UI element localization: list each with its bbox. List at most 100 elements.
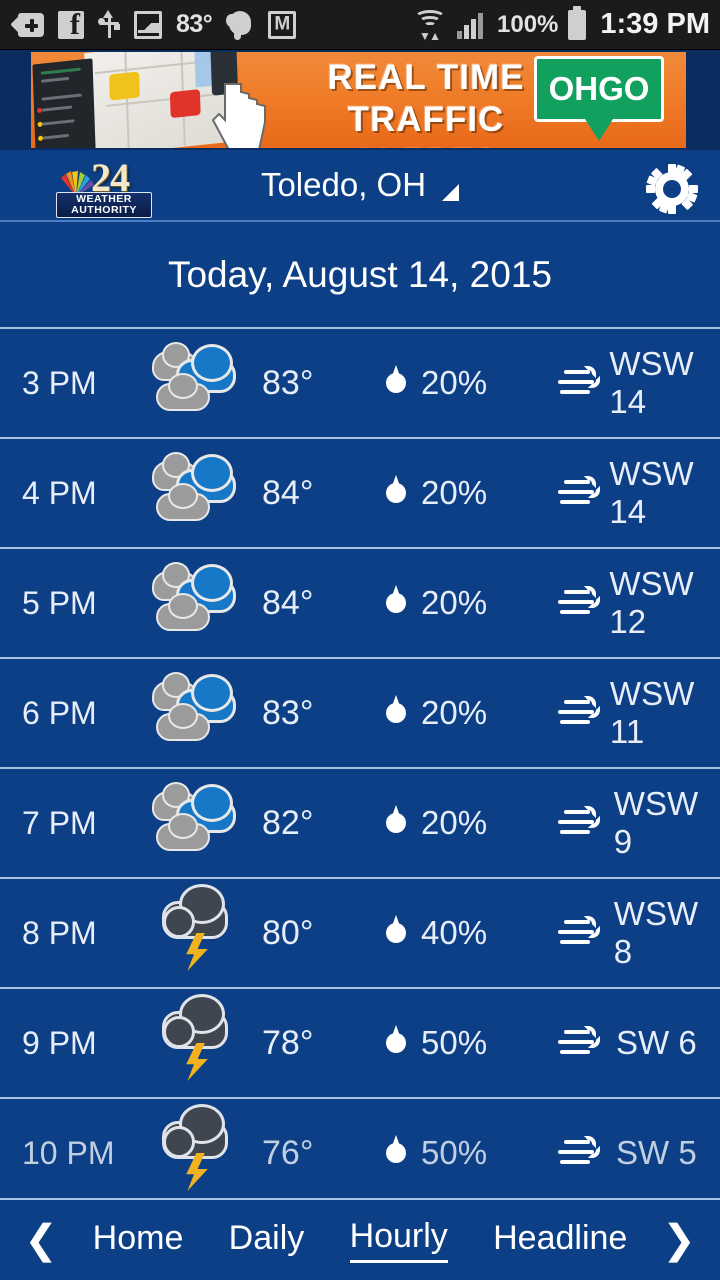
date-header-text: Today, August 14, 2015 <box>167 253 552 295</box>
thunderstorm-icon <box>150 1104 246 1191</box>
ad-headline-line1: REAL TIME <box>327 58 525 97</box>
water-drop-icon <box>383 1025 409 1061</box>
water-drop-icon <box>383 475 409 511</box>
hourly-row[interactable]: 4 PM 84° 20% WSW 14 <box>0 439 720 549</box>
wind-cell: SW 5 <box>558 1134 720 1172</box>
photo-icon <box>134 10 162 39</box>
water-drop-icon <box>383 365 409 401</box>
wind-icon <box>558 1026 602 1060</box>
android-status-bar: 83° ▼▲ 100% 1:39 PM <box>0 0 720 50</box>
wind-icon <box>558 476 600 510</box>
precipitation-value: 50% <box>421 1134 488 1171</box>
chevron-left-icon[interactable]: ❮ <box>20 1220 62 1260</box>
precipitation-value: 20% <box>421 804 488 841</box>
precipitation-value: 20% <box>421 584 488 621</box>
temperature-value: 80° <box>262 913 314 952</box>
chevron-right-icon[interactable]: ❯ <box>658 1220 700 1260</box>
wind-icon <box>558 696 600 730</box>
precipitation-value: 20% <box>421 474 488 511</box>
wind-value: WSW 9 <box>613 785 699 860</box>
hand-cursor-icon <box>211 83 266 148</box>
facebook-icon <box>58 8 84 42</box>
evernote-icon <box>226 10 254 40</box>
wind-cell: WSW 8 <box>558 895 720 971</box>
cellular-signal-icon <box>457 11 487 39</box>
wind-icon <box>558 806 600 840</box>
wind-value: SW 5 <box>616 1134 697 1171</box>
temperature-value: 76° <box>262 1133 314 1172</box>
condition-icon-cell <box>138 994 258 1081</box>
hour-label: 3 PM <box>22 364 97 401</box>
partly-cloudy-icon <box>150 562 246 639</box>
hourly-row[interactable]: 8 PM 80° 40% WSW 8 <box>0 879 720 989</box>
partly-cloudy-icon <box>150 782 246 859</box>
hour-label: 8 PM <box>22 914 97 951</box>
nav-tab-daily[interactable]: Daily <box>229 1219 305 1262</box>
ohgo-logo: OHGO <box>534 56 664 141</box>
status-clock: 1:39 PM <box>600 8 710 40</box>
precipitation-cell: 20% <box>383 584 558 622</box>
condition-icon-cell <box>138 672 258 749</box>
wind-icon <box>558 1136 602 1170</box>
condition-icon-cell <box>138 884 258 971</box>
condition-icon-cell <box>138 452 258 529</box>
hourly-row[interactable]: 10 PM 76° 50% SW 5 <box>0 1099 720 1209</box>
hourly-forecast-list[interactable]: 3 PM 83° 20% WSW 14 4 PM 84° 20% WSW 14 5 PM 84° 2… <box>0 329 720 1213</box>
wind-value: WSW 11 <box>609 675 695 750</box>
wind-value: WSW 12 <box>609 565 694 640</box>
temperature-value: 84° <box>262 583 314 622</box>
precipitation-cell: 20% <box>383 474 558 512</box>
precipitation-cell: 40% <box>383 914 558 952</box>
wind-cell: WSW 9 <box>558 785 720 861</box>
advertisement-banner[interactable]: REAL TIME TRAFFIC ALERTS OHGO <box>0 50 720 150</box>
bottom-navigation-bar: ❮ Home Daily Hourly Headline ❯ <box>0 1198 720 1280</box>
usb-icon <box>98 9 120 40</box>
temperature-value: 83° <box>262 363 314 402</box>
condition-icon-cell <box>138 562 258 639</box>
water-drop-icon <box>383 585 409 621</box>
wind-cell: SW 6 <box>558 1024 720 1062</box>
hourly-row[interactable]: 6 PM 83° 20% WSW 11 <box>0 659 720 769</box>
wind-icon <box>558 366 600 400</box>
condition-icon-cell <box>138 782 258 859</box>
hour-label: 6 PM <box>22 694 97 731</box>
nav-tab-hourly[interactable]: Hourly <box>349 1217 448 1263</box>
ad-headline-line2: TRAFFIC ALERTS <box>347 100 505 148</box>
hourly-row[interactable]: 7 PM 82° 20% WSW 9 <box>0 769 720 879</box>
hourly-row[interactable]: 9 PM 78° 50% SW 6 <box>0 989 720 1099</box>
wind-cell: WSW 11 <box>558 675 720 751</box>
precipitation-cell: 50% <box>383 1024 558 1062</box>
wind-icon <box>558 916 600 950</box>
nav-tab-headline[interactable]: Headline <box>493 1219 627 1262</box>
wind-value: WSW 8 <box>613 895 699 970</box>
condition-icon-cell <box>138 342 258 419</box>
hour-label: 4 PM <box>22 474 97 511</box>
ohgo-logo-text: OHGO <box>548 70 650 107</box>
precipitation-cell: 20% <box>383 804 558 842</box>
nav-tab-home[interactable]: Home <box>93 1219 184 1262</box>
status-temperature: 83° <box>176 10 213 38</box>
hour-label: 9 PM <box>22 1024 97 1061</box>
temperature-value: 84° <box>262 473 314 512</box>
partly-cloudy-icon <box>150 672 246 749</box>
settings-button[interactable] <box>646 164 698 214</box>
hour-label: 7 PM <box>22 804 97 841</box>
app-header: 24 WEATHER AUTHORITY Toledo, OH <box>0 150 720 222</box>
nbc24-weather-authority-logo: 24 WEATHER AUTHORITY <box>55 155 153 218</box>
hourly-row[interactable]: 3 PM 83° 20% WSW 14 <box>0 329 720 439</box>
temperature-value: 82° <box>262 803 314 842</box>
wind-cell: WSW 14 <box>558 345 720 421</box>
water-drop-icon <box>383 695 409 731</box>
hourly-row[interactable]: 5 PM 84° 20% WSW 12 <box>0 549 720 659</box>
water-drop-icon <box>383 805 409 841</box>
precipitation-value: 20% <box>421 364 488 401</box>
temperature-value: 83° <box>262 693 314 732</box>
date-header: Today, August 14, 2015 <box>0 222 720 329</box>
logo-band: WEATHER AUTHORITY <box>56 192 152 218</box>
partly-cloudy-icon <box>150 452 246 529</box>
precipitation-value: 20% <box>421 694 488 731</box>
precipitation-cell: 20% <box>383 694 558 732</box>
back-add-icon <box>10 11 44 39</box>
thunderstorm-icon <box>150 994 246 1081</box>
wind-value: SW 6 <box>616 1024 697 1061</box>
